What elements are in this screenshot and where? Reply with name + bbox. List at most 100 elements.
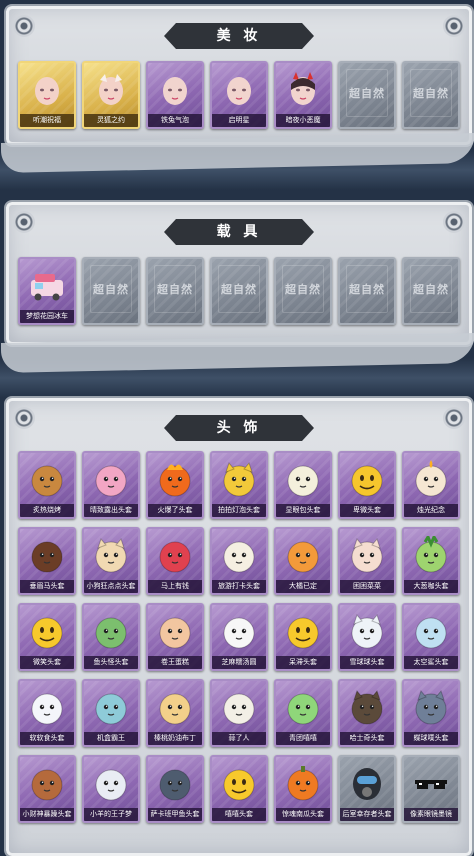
- headwear-item-card[interactable]: 微笑头套: [18, 603, 76, 671]
- makeup-item-card[interactable]: 启明星: [210, 61, 268, 129]
- headwear-item-card[interactable]: 旅游打卡头套: [210, 527, 268, 595]
- headwear-item-card[interactable]: 芝麻糯汤圆: [210, 603, 268, 671]
- headwear-item-card[interactable]: 垂眉马头套: [18, 527, 76, 595]
- fox-doll-head-icon: [99, 74, 123, 105]
- corner-ornament-icon: [13, 15, 35, 37]
- headwear-item-card[interactable]: 青团嘻嘻: [274, 679, 332, 747]
- vehicle-item-card[interactable]: 超自然: [146, 257, 204, 325]
- makeup-item-card[interactable]: 超自然: [338, 61, 396, 129]
- headwear-item-label: 微笑头套: [20, 656, 74, 669]
- makeup-item-card[interactable]: 听潮祝福: [18, 61, 76, 129]
- headwear-item-label: 卑微头套: [340, 504, 394, 517]
- vehicle-item-card[interactable]: 超自然: [402, 257, 460, 325]
- headwear-item-card[interactable]: 软软食头套: [18, 679, 76, 747]
- headwear-item-card[interactable]: 小羊的王子梦: [82, 755, 140, 823]
- headwear-item-card[interactable]: 马上有钱: [146, 527, 204, 595]
- makeup-section-title: 美 妆: [164, 23, 314, 49]
- sheep-head-icon: [95, 769, 127, 801]
- cake-roll-head-icon: [159, 617, 191, 649]
- headwear-item-card[interactable]: 烛光纪念: [402, 451, 460, 519]
- headwear-item-card[interactable]: 大葱咖头套: [402, 527, 460, 595]
- makeup-item-card[interactable]: 灵狐之约: [82, 61, 140, 129]
- headwear-item-card[interactable]: 卷王蛋糕: [146, 603, 204, 671]
- vehicle-item-card[interactable]: 超自然: [338, 257, 396, 325]
- corner-ornament-icon: [13, 407, 35, 429]
- headwear-item-card[interactable]: 拍拍灯泡头套: [210, 451, 268, 519]
- headwear-item-card[interactable]: 大橘已定: [274, 527, 332, 595]
- vehicle-item-card[interactable]: 超自然: [82, 257, 140, 325]
- headwear-item-card[interactable]: 像素眼镜墨镜: [402, 755, 460, 823]
- snow-cat-head-icon: [351, 613, 383, 649]
- headwear-item-card[interactable]: 萨卡班甲鱼头套: [146, 755, 204, 823]
- vehicle-item-card[interactable]: 超自然: [210, 257, 268, 325]
- makeup-item-card[interactable]: 超自然: [402, 61, 460, 129]
- makeup-item-label: 启明星: [212, 114, 266, 127]
- headwear-item-card[interactable]: 蒜了人: [210, 679, 268, 747]
- headwear-item-card[interactable]: 显眼包头套: [274, 451, 332, 519]
- headwear-item-label: 哈士奇头套: [340, 732, 394, 745]
- husky-head-icon: [351, 689, 383, 725]
- headwear-item-card[interactable]: 雪球球头套: [338, 603, 396, 671]
- pudding-head-icon: [159, 693, 191, 725]
- headwear-item-label: 像素眼镜墨镜: [404, 808, 458, 821]
- headwear-item-card[interactable]: 火爆了头套: [146, 451, 204, 519]
- corner-ornament-icon: [443, 407, 465, 429]
- headwear-item-card[interactable]: 呆滞头套: [274, 603, 332, 671]
- devil-doll-head-icon: [291, 72, 315, 105]
- green-ball-head-icon: [287, 693, 319, 725]
- makeup-item-label: 灵狐之约: [84, 114, 138, 127]
- candle-head-icon: [415, 460, 447, 497]
- cat-head-icon: [351, 537, 383, 573]
- headwear-item-card[interactable]: 鱼头怪头套: [82, 603, 140, 671]
- cloud-head-icon: [31, 693, 63, 725]
- corner-ornament-icon: [443, 211, 465, 233]
- headwear-item-card[interactable]: 哈士奇头套: [338, 679, 396, 747]
- pumpkin-head-icon: [287, 766, 319, 801]
- headwear-item-card[interactable]: 太空鲨头套: [402, 603, 460, 671]
- headwear-item-label: 太空鲨头套: [404, 656, 458, 669]
- locked-watermark: 超自然: [93, 283, 129, 296]
- makeup-item-label: 听潮祝福: [20, 114, 74, 127]
- headwear-item-card[interactable]: 惊魂南瓜头套: [274, 755, 332, 823]
- headwear-item-label: 拍拍灯泡头套: [212, 504, 266, 517]
- headwear-item-label: 大橘已定: [276, 580, 330, 593]
- locked-watermark: 超自然: [349, 283, 385, 296]
- headwear-item-label: 萨卡班甲鱼头套: [148, 808, 202, 821]
- fire-head-icon: [159, 464, 191, 497]
- shark-head-icon: [415, 617, 447, 649]
- vehicle-item-label: 梦想花园冰车: [20, 310, 74, 323]
- vehicle-item-card[interactable]: 超自然: [274, 257, 332, 325]
- makeup-item-card[interactable]: 铁兔气泡: [146, 61, 204, 129]
- locked-watermark: 超自然: [349, 87, 385, 100]
- doll-head-icon: [227, 77, 251, 105]
- headwear-item-card[interactable]: 卑微头套: [338, 451, 396, 519]
- headwear-item-card[interactable]: 晴致露出头套: [82, 451, 140, 519]
- headwear-item-label: 软软食头套: [20, 732, 74, 745]
- vehicle-item-card[interactable]: 梦想花园冰车: [18, 257, 76, 325]
- headwear-item-card[interactable]: 机盒霸王: [82, 679, 140, 747]
- dog-head-icon: [95, 537, 127, 573]
- headwear-item-label: 小狗狂点点头套: [84, 580, 138, 593]
- headwear-item-card[interactable]: 小财神暴躁头套: [18, 755, 76, 823]
- light-bulb-head-icon: [287, 465, 319, 497]
- robot-dino-head-icon: [95, 693, 127, 725]
- headwear-item-card[interactable]: 后室幸存者头套: [338, 755, 396, 823]
- headwear-item-card[interactable]: 小狗狂点点头套: [82, 527, 140, 595]
- headwear-item-label: 大葱咖头套: [404, 580, 458, 593]
- green-onion-head-icon: [415, 536, 447, 573]
- makeup-panel: 美 妆 听潮祝福 灵狐之约 铁兔气泡 启明星 暗夜小恶魔 超自然 超自然: [1, 6, 474, 173]
- headwear-item-label: 旅游打卡头套: [212, 580, 266, 593]
- fish-head-icon: [95, 617, 127, 649]
- headwear-item-label: 呆滞头套: [276, 656, 330, 669]
- pink-pig-head-icon: [95, 465, 127, 497]
- headwear-item-card[interactable]: 困困菜菜: [338, 527, 396, 595]
- headwear-grid: 炙热烧烤 晴致露出头套 火爆了头套 拍拍灯泡头套 显眼包头套 卑微头套 烛光纪念 垂眉马头套小…: [18, 451, 460, 823]
- headwear-item-card[interactable]: 榛桃奶油布丁: [146, 679, 204, 747]
- headwear-item-card[interactable]: 嘻嘻头套: [210, 755, 268, 823]
- headwear-item-label: 后室幸存者头套: [340, 808, 394, 821]
- headwear-item-card[interactable]: 炙热烧烤: [18, 451, 76, 519]
- garlic-head-icon: [223, 693, 255, 725]
- doll-head-icon: [35, 77, 59, 105]
- makeup-item-card[interactable]: 暗夜小恶魔: [274, 61, 332, 129]
- headwear-item-card[interactable]: 蝶球噗头套: [402, 679, 460, 747]
